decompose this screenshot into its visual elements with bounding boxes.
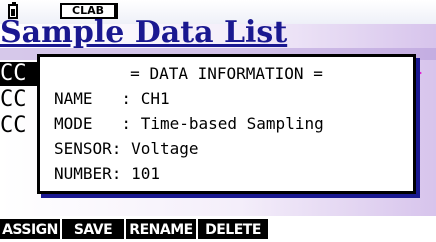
rename-button[interactable]: RENAME	[126, 219, 196, 239]
dialog-title: = DATA INFORMATION =	[130, 64, 323, 83]
assign-button[interactable]: ASSIGN	[0, 219, 60, 239]
page-title: Sample Data List	[0, 18, 288, 48]
data-information-dialog: = DATA INFORMATION = NAME : CH1 MODE : T…	[37, 54, 416, 194]
calculator-screen: CLAB Sample Data List CC CC CC = DATA IN…	[0, 0, 436, 242]
mode-field: MODE : Time-based Sampling	[54, 114, 324, 133]
mode-badge: CLAB	[60, 3, 118, 19]
delete-button[interactable]: DELETE	[198, 219, 268, 239]
name-field: NAME : CH1	[54, 89, 170, 108]
save-button[interactable]: SAVE	[62, 219, 124, 239]
function-key-bar: ASSIGN SAVE RENAME DELETE	[0, 216, 436, 242]
sensor-field: SENSOR: Voltage	[54, 139, 199, 158]
battery-icon	[8, 2, 18, 19]
number-field: NUMBER: 101	[54, 164, 160, 183]
